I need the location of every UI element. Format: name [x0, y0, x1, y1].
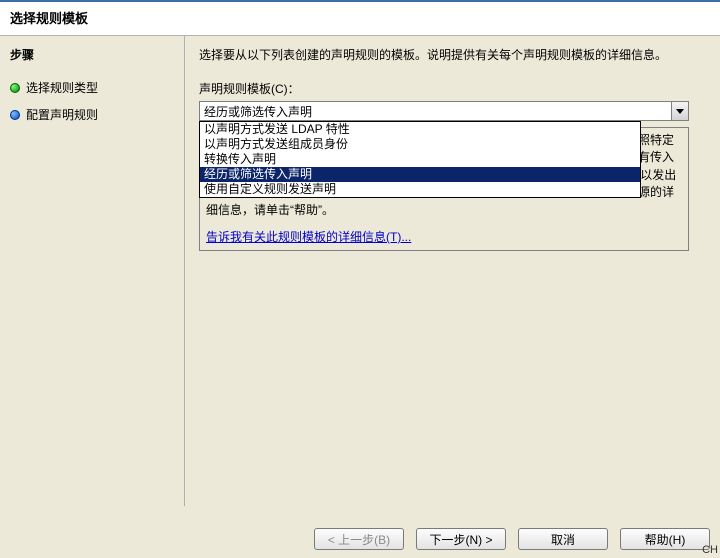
sidebar-heading: 步骤 — [10, 46, 174, 63]
step-done-icon — [10, 83, 20, 93]
content-row: 步骤 选择规则类型 配置声明规则 选择要从以下列表创建的声明规则的模板。说明提供… — [0, 36, 720, 506]
sidebar-item-configure-claim-rule[interactable]: 配置声明规则 — [10, 106, 174, 123]
wizard-window: 选择规则模板 步骤 选择规则类型 配置声明规则 选择要从以下列表创建的声明规则的… — [0, 0, 720, 558]
sidebar: 步骤 选择规则类型 配置声明规则 — [0, 36, 185, 506]
combo-box[interactable]: 经历或筛选传入声明 — [199, 101, 689, 121]
sidebar-item-label: 配置声明规则 — [26, 106, 98, 123]
chevron-down-icon — [676, 109, 684, 114]
next-button[interactable]: 下一步(N) > — [416, 528, 506, 550]
combo-dropdown-button[interactable] — [671, 102, 688, 120]
intro-text: 选择要从以下列表创建的声明规则的模板。说明提供有关每个声明规则模板的详细信息。 — [199, 46, 706, 64]
help-button[interactable]: 帮助(H) — [620, 528, 710, 550]
cancel-button[interactable]: 取消 — [518, 528, 608, 550]
combo-dropdown-list: 以声明方式发送 LDAP 特性 以声明方式发送组成员身份 转换传入声明 经历或筛… — [199, 121, 641, 198]
page-title: 选择规则模板 — [10, 8, 710, 27]
combo-label: 声明规则模板(C)： — [199, 80, 706, 97]
combo-option[interactable]: 以声明方式发送 LDAP 特性 — [200, 122, 640, 137]
sidebar-item-select-rule-type[interactable]: 选择规则类型 — [10, 79, 174, 96]
combo-option[interactable]: 使用自定义规则发送声明 — [200, 182, 640, 197]
wizard-button-row: < 上一步(B) 下一步(N) > 取消 帮助(H) — [314, 528, 710, 550]
claim-rule-template-combo[interactable]: 经历或筛选传入声明 以声明方式发送 LDAP 特性 以声明方式发送组成员身份 转… — [199, 101, 689, 121]
back-button: < 上一步(B) — [314, 528, 404, 550]
combo-option[interactable]: 以声明方式发送组成员身份 — [200, 137, 640, 152]
sidebar-item-label: 选择规则类型 — [26, 79, 98, 96]
combo-selected-text: 经历或筛选传入声明 — [200, 103, 671, 120]
template-info-link[interactable]: 告诉我有关此规则模板的详细信息(T)... — [206, 229, 411, 246]
ime-indicator: CH — [702, 544, 718, 556]
combo-option-selected[interactable]: 经历或筛选传入声明 — [200, 167, 640, 182]
main-panel: 选择要从以下列表创建的声明规则的模板。说明提供有关每个声明规则模板的详细信息。 … — [185, 36, 720, 506]
step-current-icon — [10, 110, 20, 120]
title-bar: 选择规则模板 — [0, 2, 720, 36]
combo-option[interactable]: 转换传入声明 — [200, 152, 640, 167]
